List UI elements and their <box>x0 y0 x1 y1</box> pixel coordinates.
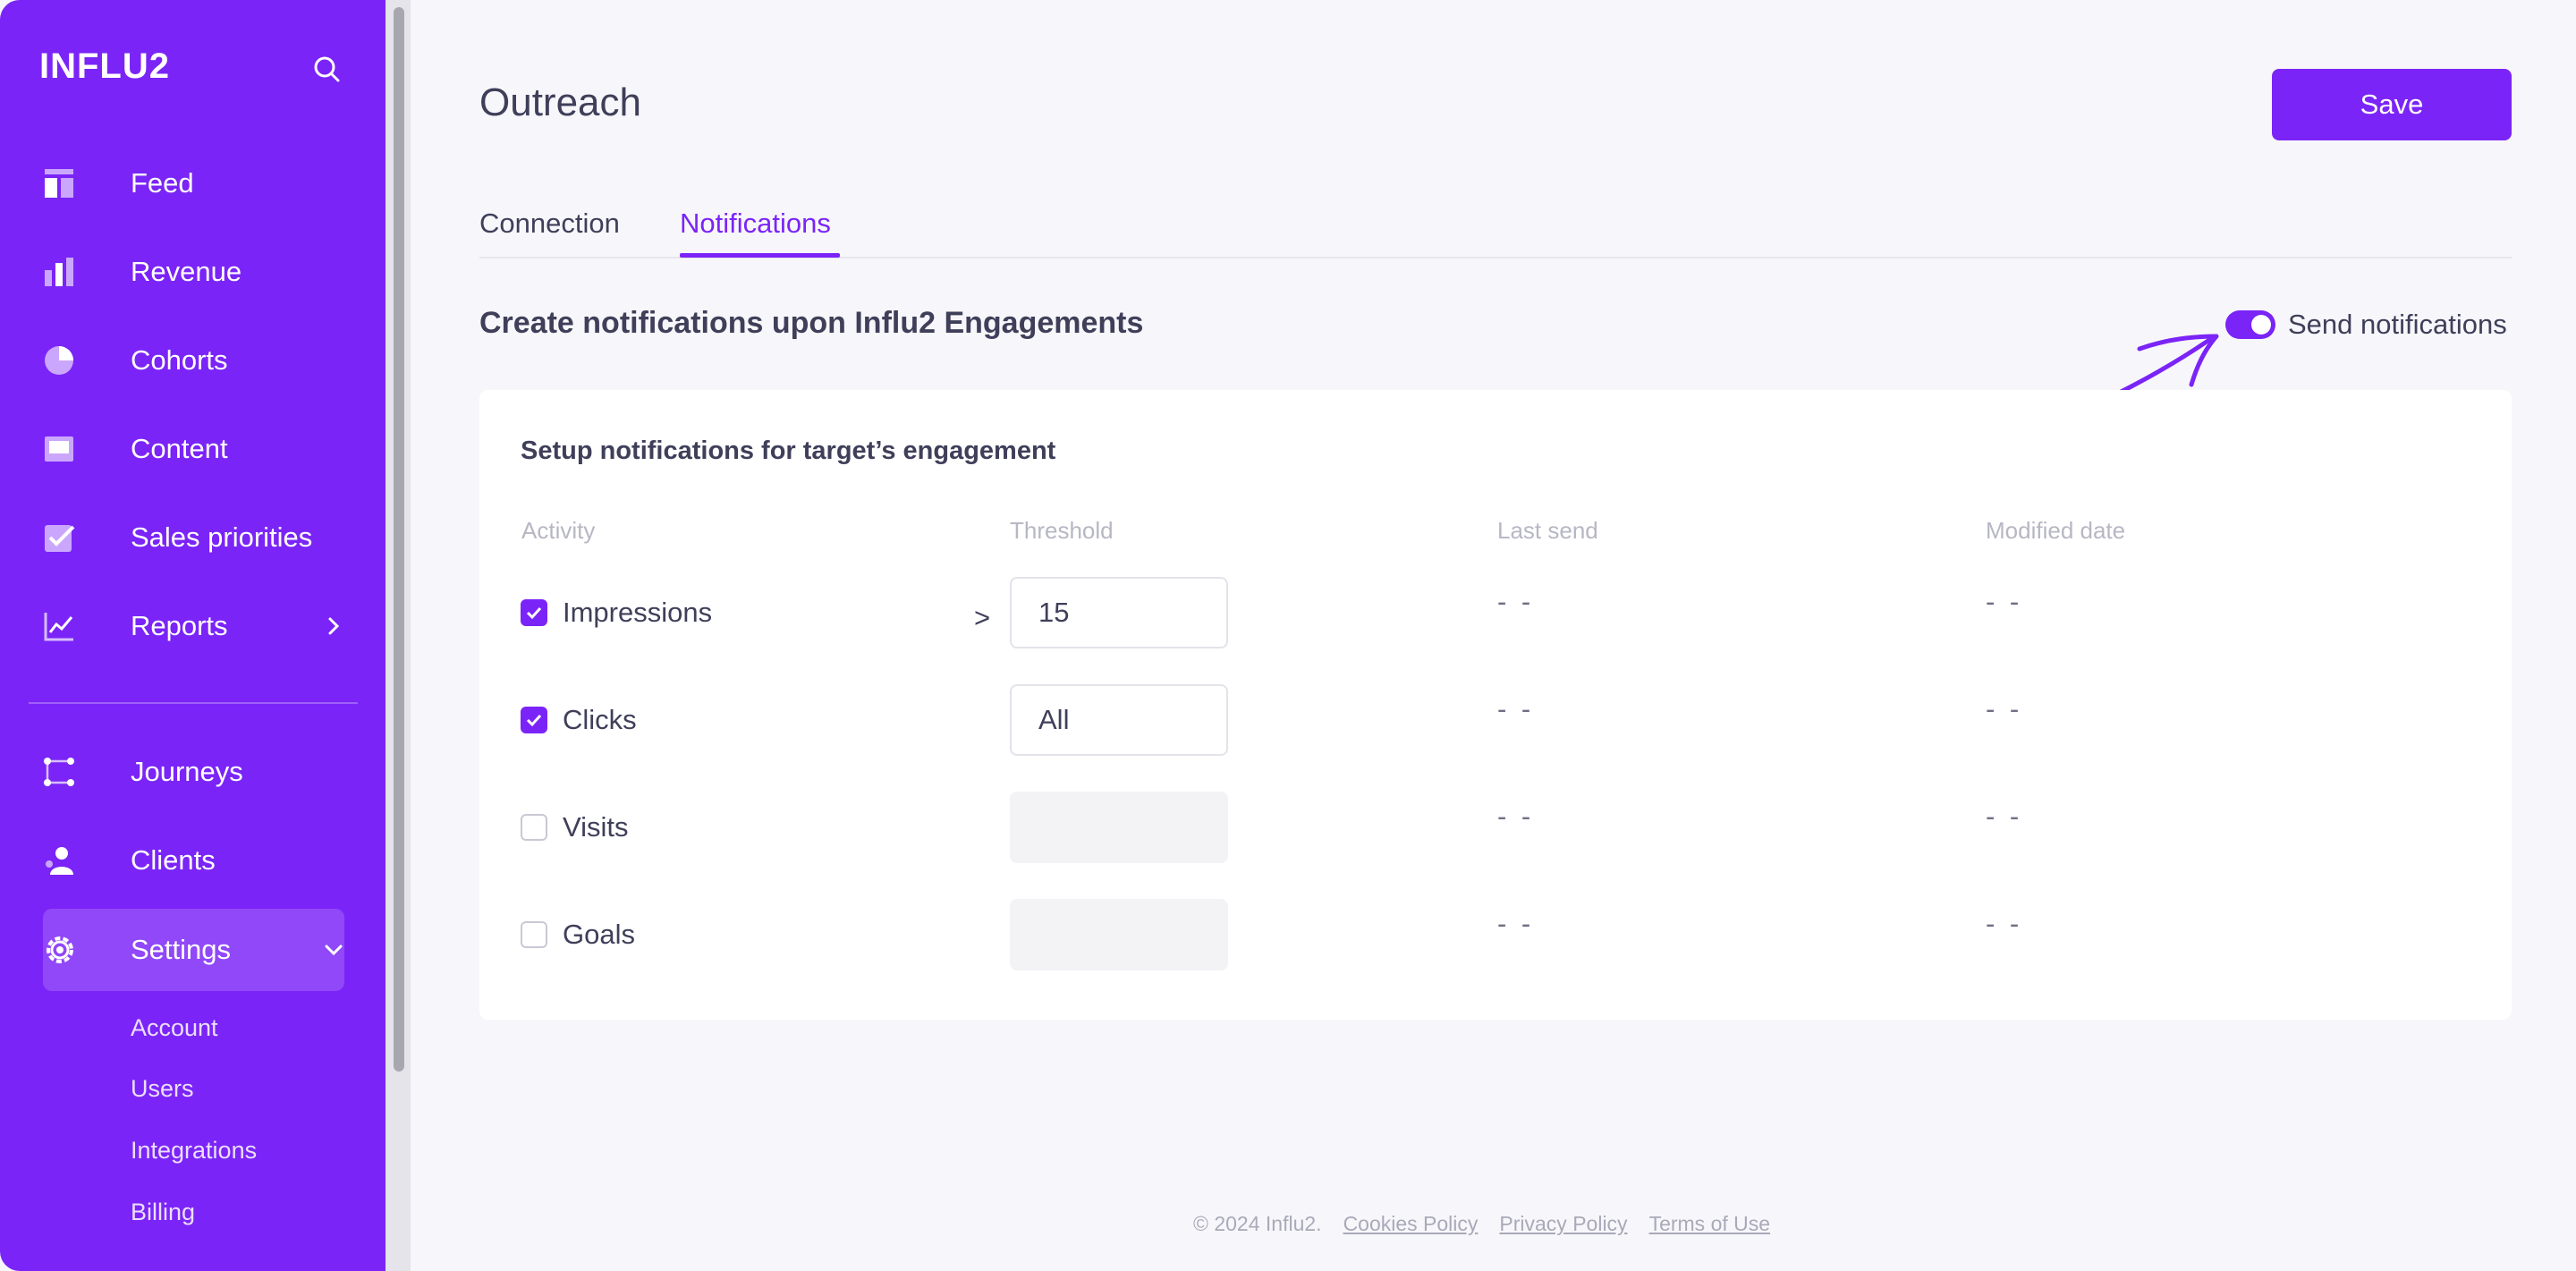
terms-of-use-link[interactable]: Terms of Use <box>1649 1212 1770 1236</box>
check-icon <box>526 606 542 620</box>
operator-label: > <box>974 602 991 633</box>
table-row: Goals - - - - <box>479 899 2512 970</box>
sidebar-item-clients[interactable]: Clients <box>43 820 347 901</box>
sidebar-divider <box>29 702 358 704</box>
clients-icon <box>43 843 88 878</box>
sidebar: INFLU2 Feed Revenue Cohorts Content Sale… <box>0 0 386 1271</box>
privacy-policy-link[interactable]: Privacy Policy <box>1499 1212 1627 1236</box>
footer: © 2024 Influ2. Cookies Policy Privacy Po… <box>1193 1212 1770 1236</box>
modified-date-value: - - <box>1986 801 2023 832</box>
activity-label: Clicks <box>563 704 637 735</box>
sidebar-item-label: Journeys <box>131 756 243 787</box>
sidebar-item-label: Settings <box>131 934 232 965</box>
last-send-value: - - <box>1497 908 1535 939</box>
threshold-input-disabled <box>1010 899 1228 970</box>
tab-notifications[interactable]: Notifications <box>680 208 831 240</box>
sidebar-item-revenue[interactable]: Revenue <box>43 232 347 312</box>
column-header-last-send: Last send <box>1497 517 1598 544</box>
modified-date-value: - - <box>1986 586 2023 617</box>
settings-sub-billing[interactable]: Billing <box>131 1199 195 1226</box>
last-send-value: - - <box>1497 586 1535 617</box>
settings-sub-users[interactable]: Users <box>131 1075 194 1103</box>
sidebar-item-label: Revenue <box>131 256 242 287</box>
send-notifications-toggle[interactable] <box>2225 310 2275 339</box>
sidebar-item-content[interactable]: Content <box>43 409 347 489</box>
feed-icon <box>43 165 88 201</box>
goals-checkbox[interactable] <box>521 921 547 948</box>
sidebar-item-reports[interactable]: Reports <box>43 586 347 666</box>
checkbox-icon <box>43 520 88 555</box>
page-title: Outreach <box>479 80 641 124</box>
journeys-icon <box>43 754 88 790</box>
sidebar-item-feed[interactable]: Feed <box>43 143 347 224</box>
toggle-label: Send notifications <box>2288 309 2507 340</box>
notifications-card: Setup notifications for target’s engagem… <box>479 390 2512 1020</box>
activity-label: Goals <box>563 919 635 950</box>
sidebar-item-cohorts[interactable]: Cohorts <box>43 320 347 401</box>
threshold-select[interactable]: All <box>1010 684 1228 756</box>
copyright: © 2024 Influ2. <box>1193 1212 1322 1235</box>
activity-label: Visits <box>563 811 629 843</box>
sidebar-item-sales-priorities[interactable]: Sales priorities <box>43 497 347 578</box>
sidebar-item-label: Content <box>131 433 228 464</box>
tab-connection[interactable]: Connection <box>479 208 620 240</box>
chevron-down-icon <box>325 945 343 956</box>
sidebar-item-label: Reports <box>131 610 228 641</box>
column-header-modified-date: Modified date <box>1986 517 2126 544</box>
sidebar-item-journeys[interactable]: Journeys <box>43 732 347 812</box>
threshold-input-disabled <box>1010 792 1228 863</box>
threshold-input[interactable]: 15 <box>1010 577 1228 648</box>
modified-date-value: - - <box>1986 693 2023 724</box>
impressions-checkbox[interactable] <box>521 599 547 626</box>
sidebar-item-label: Feed <box>131 167 194 199</box>
sidebar-scrollbar-thumb[interactable] <box>394 7 404 1072</box>
table-row: Impressions > 15 - - - - <box>479 577 2512 648</box>
last-send-value: - - <box>1497 693 1535 724</box>
toggle-knob <box>2251 315 2271 335</box>
sidebar-item-settings[interactable]: Settings <box>43 910 347 990</box>
table-row: Visits - - - - <box>479 792 2512 863</box>
activity-label: Impressions <box>563 597 713 628</box>
settings-sub-account[interactable]: Account <box>131 1014 218 1042</box>
check-icon <box>526 714 542 727</box>
column-header-activity: Activity <box>521 517 596 544</box>
active-tab-indicator <box>680 253 840 258</box>
clicks-checkbox[interactable] <box>521 707 547 733</box>
logo[interactable]: INFLU2 <box>39 47 170 87</box>
section-title: Create notifications upon Influ2 Engagem… <box>479 306 1144 340</box>
sidebar-item-label: Clients <box>131 844 216 876</box>
column-header-threshold: Threshold <box>1010 517 1114 544</box>
line-chart-icon <box>43 608 88 644</box>
save-button[interactable]: Save <box>2272 69 2512 140</box>
chevron-right-icon <box>328 617 340 635</box>
visits-checkbox[interactable] <box>521 814 547 841</box>
bar-chart-icon <box>43 254 88 290</box>
content-icon <box>43 431 88 467</box>
last-send-value: - - <box>1497 801 1535 832</box>
gear-icon <box>43 932 88 968</box>
sidebar-item-label: Cohorts <box>131 344 228 376</box>
pie-chart-icon <box>43 343 88 378</box>
cookies-policy-link[interactable]: Cookies Policy <box>1343 1212 1479 1236</box>
settings-sub-integrations[interactable]: Integrations <box>131 1137 257 1165</box>
search-icon[interactable] <box>309 52 345 88</box>
card-title: Setup notifications for target’s engagem… <box>521 436 1056 465</box>
sidebar-item-label: Sales priorities <box>131 521 313 553</box>
table-row: Clicks All - - - - <box>479 684 2512 756</box>
modified-date-value: - - <box>1986 908 2023 939</box>
